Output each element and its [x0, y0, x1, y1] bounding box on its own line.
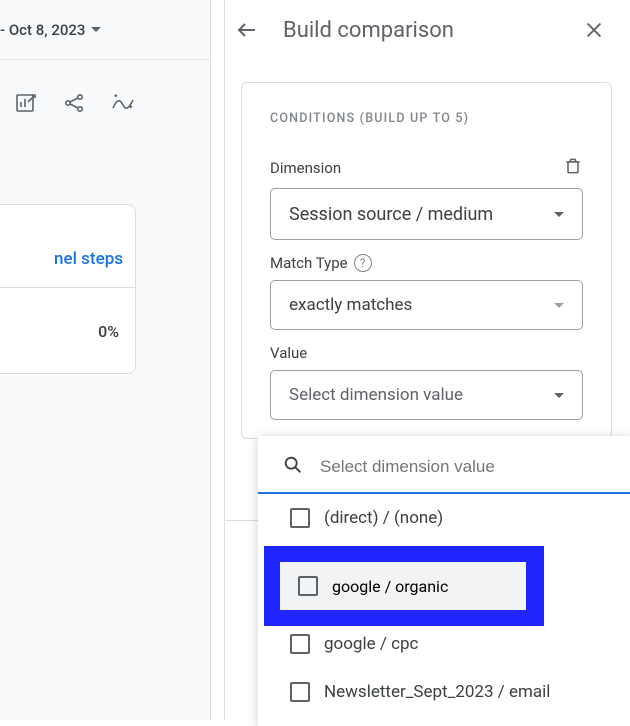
dimension-select[interactable]: Session source / medium [270, 188, 583, 240]
dropdown-option[interactable]: google / organic [280, 562, 526, 610]
search-icon [282, 454, 304, 480]
checkbox-icon[interactable] [290, 634, 310, 654]
insights-icon[interactable] [110, 90, 136, 120]
highlighted-option-frame: google / organic [264, 546, 544, 626]
edit-chart-icon[interactable] [14, 91, 38, 119]
conditions-header: Conditions (build up to 5) [270, 111, 583, 126]
chevron-down-icon [554, 212, 564, 217]
delete-icon[interactable] [563, 156, 583, 180]
dropdown-option[interactable]: (direct) / (none) [258, 494, 630, 542]
conditions-card: Conditions (build up to 5) Dimension Ses… [241, 82, 612, 439]
dropdown-search-input[interactable] [318, 456, 612, 478]
value-select-placeholder: Select dimension value [289, 385, 463, 405]
checkbox-icon[interactable] [290, 682, 310, 702]
back-icon[interactable] [229, 12, 265, 48]
share-icon[interactable] [62, 91, 86, 119]
percent-value: 0% [0, 288, 135, 341]
date-range-selector[interactable]: - Oct 8, 2023 [0, 0, 210, 60]
match-type-value: exactly matches [289, 295, 412, 315]
help-icon[interactable]: ? [354, 254, 372, 272]
dropdown-search-row [258, 436, 630, 494]
mini-stats-card: nel steps 0% [0, 204, 136, 374]
checkbox-icon[interactable] [290, 508, 310, 528]
dropdown-option[interactable]: Newsletter_Sept_2023 / email [258, 668, 630, 716]
checkbox-icon[interactable] [298, 576, 318, 596]
dropdown-option-label: Newsletter_Sept_2023 / email [324, 682, 550, 702]
chevron-down-icon [91, 27, 101, 32]
funnel-steps-tab[interactable]: nel steps [0, 217, 135, 288]
panel-title: Build comparison [283, 18, 558, 43]
chevron-down-icon [554, 393, 564, 398]
dimension-select-value: Session source / medium [289, 204, 493, 225]
dropdown-option-label: google / cpc [324, 634, 418, 654]
chevron-down-icon [554, 303, 564, 308]
dropdown-option-label: google / organic [332, 577, 448, 596]
dimension-label: Dimension [270, 159, 341, 177]
close-icon[interactable] [576, 12, 612, 48]
match-type-select[interactable]: exactly matches [270, 280, 583, 330]
match-type-label: Match Type [270, 254, 348, 272]
date-range-text: - Oct 8, 2023 [0, 21, 85, 39]
value-select[interactable]: Select dimension value [270, 370, 583, 420]
value-label: Value [270, 344, 307, 362]
panel-divider [224, 0, 225, 720]
dropdown-option[interactable]: google / cpc [258, 620, 630, 668]
dropdown-option-label: (direct) / (none) [324, 508, 443, 528]
